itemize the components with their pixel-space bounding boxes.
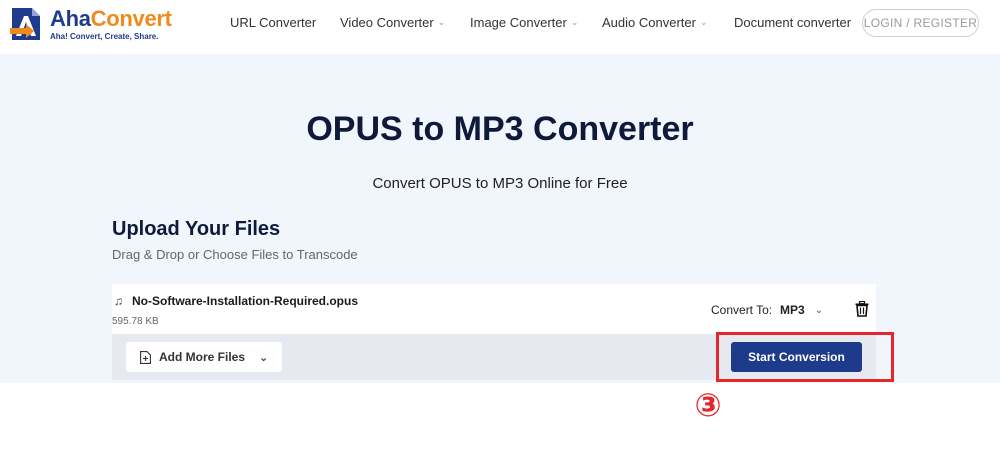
file-name: No-Software-Installation-Required.opus xyxy=(132,294,359,308)
page-subtitle: Convert OPUS to MP3 Online for Free xyxy=(372,175,628,192)
step-number-annotation: ③ xyxy=(694,386,722,424)
chevron-down-icon: ⌄ xyxy=(259,351,269,364)
format-select[interactable]: MP3 ⌄ xyxy=(780,303,823,317)
header: AhaConvert Aha! Convert, Create, Share. … xyxy=(0,0,1000,50)
add-file-icon xyxy=(140,350,151,364)
convert-to-label: Convert To: xyxy=(711,303,773,317)
file-size: 595.78 KB xyxy=(112,316,159,327)
chevron-down-icon: ⌄ xyxy=(570,17,579,27)
nav-url-converter[interactable]: URL Converter xyxy=(230,15,316,30)
login-register-button[interactable]: LOGIN / REGISTER xyxy=(862,9,979,37)
chevron-down-icon: ⌄ xyxy=(437,17,446,27)
main-nav: URL Converter Video Converter ⌄ Image Co… xyxy=(0,0,1000,46)
trash-icon[interactable] xyxy=(855,300,869,317)
nav-image-converter[interactable]: Image Converter ⌄ xyxy=(470,15,578,30)
hero-section: OPUS to MP3 Converter Convert OPUS to MP… xyxy=(0,54,1000,383)
chevron-down-icon: ⌄ xyxy=(814,304,824,316)
chevron-down-icon: ⌄ xyxy=(699,17,708,27)
upload-title: Upload Your Files xyxy=(112,218,281,240)
page-title: OPUS to MP3 Converter xyxy=(306,110,694,148)
file-item: ♫ No-Software-Installation-Required.opus… xyxy=(112,284,876,334)
add-more-files-button[interactable]: Add More Files ⌄ xyxy=(126,342,282,372)
nav-audio-converter[interactable]: Audio Converter ⌄ xyxy=(602,15,708,30)
music-note-icon: ♫ xyxy=(114,294,123,308)
nav-document-converter[interactable]: Document converter xyxy=(734,15,851,30)
upload-subtitle: Drag & Drop or Choose Files to Transcode xyxy=(112,247,358,262)
start-conversion-button[interactable]: Start Conversion xyxy=(731,342,862,372)
nav-video-converter[interactable]: Video Converter ⌄ xyxy=(340,15,445,30)
